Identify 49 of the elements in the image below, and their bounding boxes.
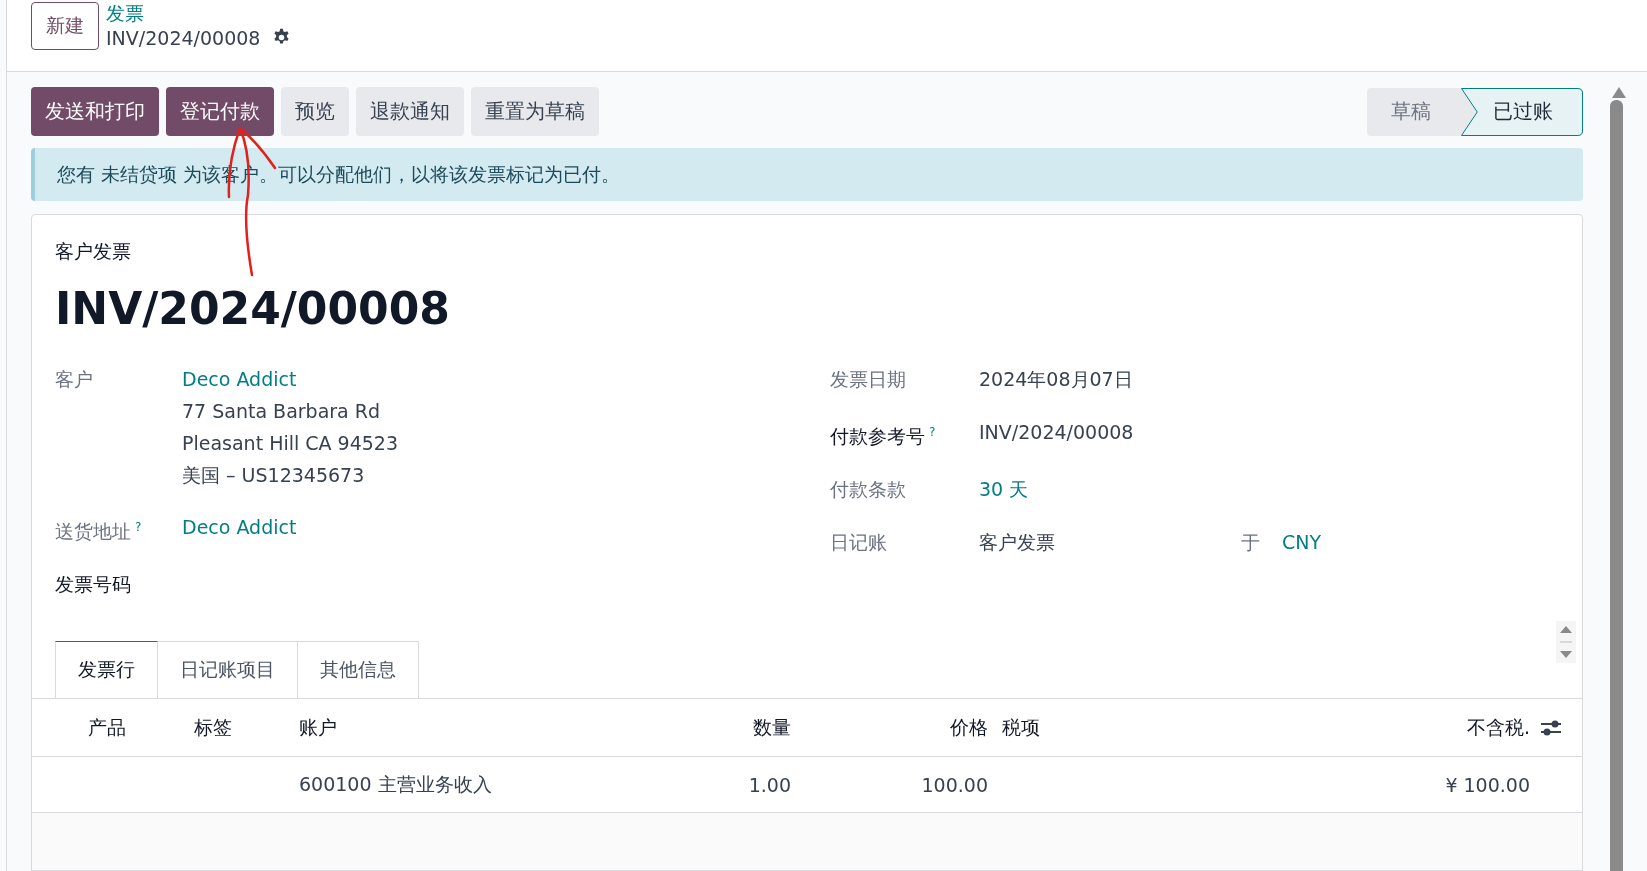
settings-icon[interactable] <box>272 28 292 47</box>
field-label: 日记账 <box>830 531 887 554</box>
address-line: 美国 – US12345673 <box>182 463 366 488</box>
help-mark[interactable]: ? <box>929 425 936 439</box>
scrollbar-thumb[interactable] <box>1610 100 1623 871</box>
action-button[interactable]: 登记付款 <box>166 87 274 136</box>
connector-text: 于 <box>1241 530 1260 556</box>
table-cell: 1.00 <box>748 773 791 796</box>
document-type: 客户发票 <box>55 239 132 264</box>
scroll-arrows-icon[interactable] <box>1556 621 1576 663</box>
status-step[interactable]: 已过账 <box>1461 87 1583 136</box>
column-header[interactable]: 产品 <box>88 714 126 741</box>
action-button[interactable]: 预览 <box>281 87 349 136</box>
breadcrumb-link[interactable]: 发票 <box>106 0 292 25</box>
field-label: 发票日期 <box>830 368 906 390</box>
column-header[interactable]: 数量 <box>753 714 791 741</box>
field-link[interactable]: 30 天 <box>979 473 1029 506</box>
table-cell: 100.00 <box>921 773 988 796</box>
invoice-title: INV/2024/00008 <box>55 282 451 336</box>
field-label: 付款条款 <box>830 478 906 501</box>
help-mark[interactable]: ? <box>135 520 142 534</box>
new-button[interactable]: 新建 <box>31 1 99 50</box>
action-button[interactable]: 退款通知 <box>356 87 464 136</box>
column-header[interactable]: 账户 <box>299 714 337 741</box>
field-value: 客户发票 <box>979 530 1055 556</box>
action-button[interactable]: 重置为草稿 <box>471 87 599 136</box>
table-cell-text: 600100 主营业务收入 <box>299 771 492 797</box>
address-line: Pleasant Hill CA 94523 <box>182 431 399 456</box>
field-label: 送货地址 <box>55 520 131 543</box>
column-header[interactable]: 税项 <box>1002 714 1040 741</box>
column-header[interactable]: 价格 <box>950 714 988 741</box>
address-line: 77 Santa Barbara Rd <box>182 399 382 424</box>
column-header[interactable]: 标签 <box>194 714 232 741</box>
tab[interactable]: 发票行 <box>55 641 158 699</box>
tab[interactable]: 其他信息 <box>297 641 419 699</box>
field-link[interactable]: Deco Addict <box>182 511 297 543</box>
field-label: 客户 <box>55 368 93 390</box>
field-value: 2024年08月07日 <box>979 367 1133 392</box>
column-header[interactable]: 不含税. <box>1466 714 1530 741</box>
table-cell: ¥ 100.00 <box>1445 773 1530 796</box>
settings-sliders-icon[interactable] <box>1540 718 1562 737</box>
scroll-up-icon[interactable] <box>1610 87 1628 98</box>
field-label: 付款参考号 <box>830 425 925 448</box>
field-label: 发票号码 <box>55 573 131 596</box>
currency-link[interactable]: CNY <box>1282 526 1322 559</box>
customer-link[interactable]: Deco Addict <box>182 363 399 395</box>
record-name: INV/2024/00008 <box>106 25 261 51</box>
action-button[interactable]: 发送和打印 <box>31 87 159 136</box>
field-value: INV/2024/00008 <box>979 420 1134 445</box>
